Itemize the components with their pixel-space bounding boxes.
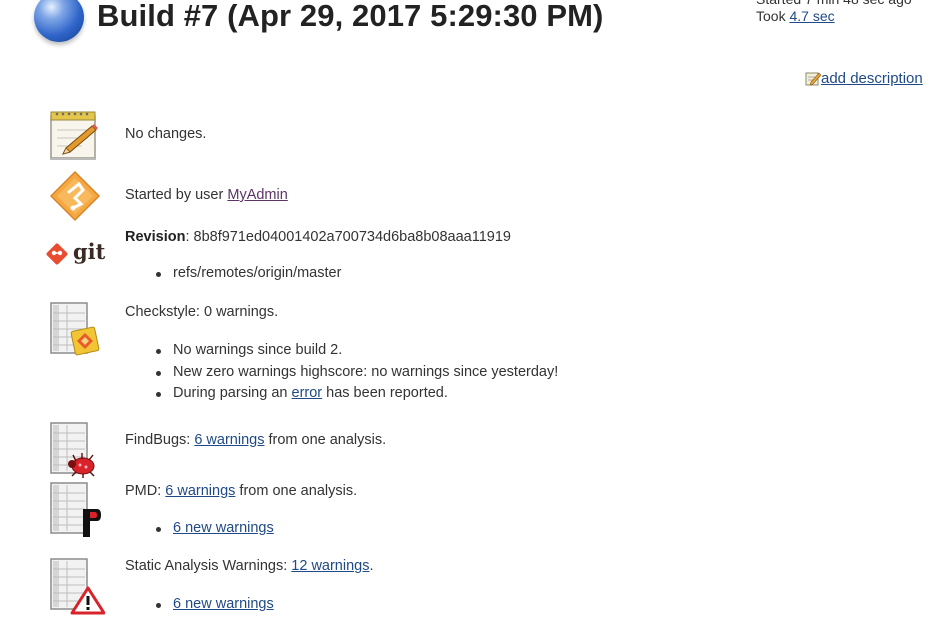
pmd-new-item: 6 new warnings (152, 518, 274, 540)
findbugs-icon (49, 421, 101, 479)
started-ago-text: Started 7 min 48 sec ago (756, 0, 946, 8)
add-description-link[interactable]: add description (805, 70, 923, 87)
checkstyle-error-prefix: During parsing an (173, 385, 292, 401)
started-by-user-icon (49, 170, 101, 222)
took-label: Took (756, 8, 790, 24)
changes-summary: No changes. (125, 126, 207, 142)
revision-hash: 8b8f971ed04001402a700734d6ba8b08aaa11919 (193, 229, 511, 245)
git-logo-text: git (73, 239, 106, 264)
checkstyle-item: No warnings since build 2. (152, 340, 558, 362)
checkstyle-item: New zero warnings highscore: no warnings… (152, 362, 558, 384)
checkstyle-error-suffix: has been reported. (322, 385, 448, 401)
notepad-pencil-icon (48, 108, 100, 162)
page-title: Build #7 (Apr 29, 2017 5:29:30 PM) (97, 0, 604, 33)
branch-item: refs/remotes/origin/master (152, 263, 341, 285)
build-duration-link[interactable]: 4.7 sec (789, 8, 834, 24)
findbugs-warnings-link[interactable]: 6 warnings (194, 432, 264, 448)
git-logo-icon: git (45, 239, 109, 269)
pmd-warnings-link[interactable]: 6 warnings (165, 483, 235, 499)
static-analysis-details: 6 new warnings (152, 594, 274, 616)
static-analysis-new-item: 6 new warnings (152, 594, 274, 616)
user-link[interactable]: MyAdmin (227, 187, 287, 203)
add-description-label: add description (821, 70, 923, 87)
cause-prefix: Started by user (125, 187, 228, 203)
pmd-summary: PMD: 6 warnings from one analysis. (125, 483, 357, 499)
build-timing: Started 7 min 48 sec ago Took 4.7 sec (756, 0, 946, 25)
build-page: Build #7 (Apr 29, 2017 5:29:30 PM) Start… (0, 0, 946, 632)
cause-text: Started by user MyAdmin (125, 187, 288, 203)
findbugs-suffix: from one analysis. (264, 432, 387, 448)
findbugs-prefix: FindBugs: (125, 432, 195, 448)
revision-label: Revision (125, 229, 186, 245)
pmd-new-warnings-link[interactable]: 6 new warnings (173, 520, 274, 536)
pmd-suffix: from one analysis. (235, 483, 358, 499)
static-analysis-suffix: . (369, 558, 374, 574)
pmd-icon (49, 481, 101, 539)
checkstyle-details: No warnings since build 2. New zero warn… (152, 340, 558, 405)
edit-description-icon (805, 70, 822, 86)
pmd-prefix: PMD: (125, 483, 166, 499)
checkstyle-summary: Checkstyle: 0 warnings. (125, 304, 279, 320)
pmd-details: 6 new warnings (152, 518, 274, 540)
static-analysis-warnings-link[interactable]: 12 warnings (291, 558, 369, 574)
static-analysis-prefix: Static Analysis Warnings: (125, 558, 292, 574)
revision-separator: : (185, 229, 194, 245)
revision-line: Revision: 8b8f971ed04001402a700734d6ba8b… (125, 229, 511, 245)
static-analysis-new-warnings-link[interactable]: 6 new warnings (173, 596, 274, 612)
build-status-ball-icon (34, 0, 84, 42)
checkstyle-error-link[interactable]: error (292, 385, 323, 401)
took-row: Took 4.7 sec (756, 8, 946, 25)
checkstyle-icon (49, 301, 101, 359)
findbugs-summary: FindBugs: 6 warnings from one analysis. (125, 432, 386, 448)
checkstyle-item: During parsing an error has been reporte… (152, 383, 558, 405)
static-analysis-summary: Static Analysis Warnings: 12 warnings. (125, 558, 374, 574)
static-analysis-icon (49, 557, 106, 615)
branch-list: refs/remotes/origin/master (152, 263, 341, 285)
